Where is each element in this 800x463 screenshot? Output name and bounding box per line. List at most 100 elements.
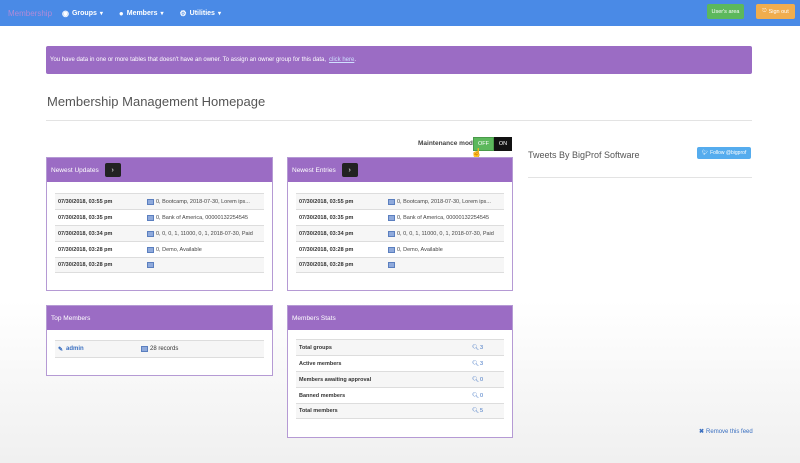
list-item[interactable]: 07/30/2018, 03:35 pm 0, Bank of America,… xyxy=(55,209,264,225)
list-item[interactable]: 07/30/2018, 03:55 pm 0, Bootcamp, 2018-0… xyxy=(55,193,264,209)
top-members-panel: Top Members ✎ admin 28 records xyxy=(46,305,273,376)
table-icon xyxy=(147,214,154,221)
list-item[interactable]: 07/30/2018, 03:34 pm 0, 0, 0, 1, 11000, … xyxy=(55,225,264,241)
list-item: ✎ admin 28 records xyxy=(55,340,264,358)
newest-entries-panel: Newest Entries › 07/30/2018, 03:55 pm 0,… xyxy=(287,157,513,291)
chevron-down-icon: ▾ xyxy=(160,10,164,17)
entry-text: 0, Bootcamp, 2018-07-30, Lorem ips... xyxy=(397,198,491,205)
alert-link[interactable]: click here xyxy=(329,57,354,63)
stat-value-link[interactable]: 🔍︎ 3 xyxy=(472,345,483,351)
members-stats-panel: Members Stats Total groups 🔍︎ 3 Active me… xyxy=(287,305,513,438)
user-icon: ● xyxy=(118,8,124,18)
table-icon xyxy=(147,262,154,268)
stat-value-link[interactable]: 🔍︎ 0 xyxy=(472,377,483,383)
stat-value: 3 xyxy=(479,344,484,351)
stat-value-link[interactable]: 🔍︎ 0 xyxy=(472,393,483,399)
entry-text: 0, Demo, Available xyxy=(397,246,443,253)
members-stats-header: Members Stats xyxy=(288,306,512,330)
member-name: admin xyxy=(66,346,84,352)
update-date: 07/30/2018, 03:28 pm xyxy=(58,246,113,253)
list-item[interactable]: 07/30/2018, 03:28 pm 0, Demo, Available xyxy=(296,241,504,257)
search-icon: 🔍︎ xyxy=(472,392,479,399)
maintenance-on-toggle[interactable]: ON xyxy=(494,137,512,151)
gear-icon: ⚙ xyxy=(179,8,187,18)
chevron-right-icon: › xyxy=(111,166,114,174)
nav-groups-label: Groups xyxy=(71,9,97,17)
list-item[interactable]: 07/30/2018, 03:34 pm 0, 0, 0, 1, 11000, … xyxy=(296,225,504,241)
remove-feed-label: Remove this feed xyxy=(706,428,753,435)
list-item[interactable]: 07/30/2018, 03:35 pm 0, Bank of America,… xyxy=(296,209,504,225)
nav-members-label: Members xyxy=(126,9,158,17)
list-item: Members awaiting approval 🔍︎ 0 xyxy=(296,371,504,387)
newest-updates-arrow-button[interactable]: › xyxy=(104,163,121,177)
twitter-follow-button[interactable]: 🐦︎ Follow @bigprof xyxy=(697,147,751,159)
pencil-icon: ✎ xyxy=(58,346,64,353)
search-icon: 🔍︎ xyxy=(472,360,479,367)
alert-text: You have data in one or more tables that… xyxy=(50,57,326,63)
nav-utilities-menu[interactable]: ⚙ Utilities ▾ xyxy=(179,9,220,18)
stat-value: 5 xyxy=(479,408,484,414)
users-area-button[interactable]: User's area xyxy=(707,4,744,19)
nav-groups-menu[interactable]: ◉ Groups ▾ xyxy=(62,9,103,18)
sign-out-label: Sign out xyxy=(768,8,789,15)
chevron-down-icon: ▾ xyxy=(99,10,103,17)
sign-out-button[interactable]: ⎋ Sign out xyxy=(756,4,795,19)
update-text: 0, 0, 0, 1, 11000, 0, 1, 2018-07-30, Pai… xyxy=(156,230,253,237)
globe-icon: ◉ xyxy=(62,8,69,18)
close-icon: ✖ xyxy=(699,429,705,435)
nav-members-menu[interactable]: ● Members ▾ xyxy=(119,9,164,18)
owner-alert: You have data in one or more tables that… xyxy=(46,46,752,74)
stat-label: Total groups xyxy=(299,344,332,351)
table-icon xyxy=(147,230,154,237)
stat-label: Members awaiting approval xyxy=(299,376,372,383)
newest-updates-panel: Newest Updates › 07/30/2018, 03:55 pm 0,… xyxy=(46,157,273,291)
table-icon xyxy=(147,246,154,253)
twitter-bird-icon: 🐦︎ xyxy=(701,150,709,156)
tweets-divider xyxy=(528,177,752,178)
stat-label: Active members xyxy=(299,360,342,367)
newest-updates-list: 07/30/2018, 03:55 pm 0, Bootcamp, 2018-0… xyxy=(55,193,264,273)
member-link[interactable]: ✎ admin xyxy=(55,346,141,353)
update-text: 0, Bootcamp, 2018-07-30, Lorem ips... xyxy=(156,198,250,205)
follow-label: Follow @bigprof xyxy=(710,150,747,156)
list-item: Active members 🔍︎ 3 xyxy=(296,355,504,371)
stat-value: 0 xyxy=(479,376,484,383)
sign-out-icon: ⎋ xyxy=(762,8,767,14)
members-stats-list: Total groups 🔍︎ 3 Active members 🔍︎ 3 Memb… xyxy=(296,339,504,419)
remove-feed-link[interactable]: ✖ Remove this feed xyxy=(699,428,753,436)
brand-logo[interactable]: Membership xyxy=(8,9,62,18)
entry-date: 07/30/2018, 03:35 pm xyxy=(299,214,354,221)
entry-date: 07/30/2018, 03:34 pm xyxy=(299,230,354,237)
update-text: 0, Demo, Available xyxy=(156,246,202,253)
alert-end: . xyxy=(354,57,357,63)
table-icon xyxy=(388,214,395,221)
stat-value: 0 xyxy=(479,392,484,399)
newest-entries-arrow-button[interactable]: › xyxy=(341,163,358,177)
update-text: 0, Bank of America, 00000132254545 xyxy=(156,214,249,221)
member-records[interactable]: 28 records xyxy=(150,346,178,352)
stat-value-link[interactable]: 🔍︎ 3 xyxy=(472,361,483,367)
table-icon xyxy=(388,230,395,237)
newest-entries-title: Newest Entries xyxy=(292,166,336,174)
list-item[interactable]: 07/30/2018, 03:55 pm 0, Bootcamp, 2018-0… xyxy=(296,193,504,209)
newest-updates-title: Newest Updates xyxy=(51,166,99,174)
nav-utilities-label: Utilities xyxy=(189,9,215,17)
table-icon xyxy=(388,198,395,205)
list-item: Total members 🔍︎ 5 xyxy=(296,403,504,419)
stat-value-link[interactable]: 🔍︎ 5 xyxy=(472,408,483,414)
stat-label: Total members xyxy=(299,408,338,414)
list-item[interactable]: 07/30/2018, 03:28 pm xyxy=(55,257,264,273)
page-title: Membership Management Homepage xyxy=(47,94,266,109)
list-item[interactable]: 07/30/2018, 03:28 pm xyxy=(296,257,504,273)
stat-label: Banned members xyxy=(299,392,346,399)
search-icon: 🔍︎ xyxy=(472,344,479,351)
list-item[interactable]: 07/30/2018, 03:28 pm 0, Demo, Available xyxy=(55,241,264,257)
chevron-down-icon: ▾ xyxy=(217,10,221,17)
table-icon xyxy=(147,198,154,205)
newest-updates-header: Newest Updates › xyxy=(47,158,272,182)
update-date: 07/30/2018, 03:35 pm xyxy=(58,214,113,221)
list-item: Total groups 🔍︎ 3 xyxy=(296,339,504,355)
top-navbar: Membership ◉ Groups ▾ ● Members ▾ ⚙ Util… xyxy=(0,0,800,26)
top-members-title: Top Members xyxy=(51,314,91,322)
stat-value: 3 xyxy=(479,360,484,367)
